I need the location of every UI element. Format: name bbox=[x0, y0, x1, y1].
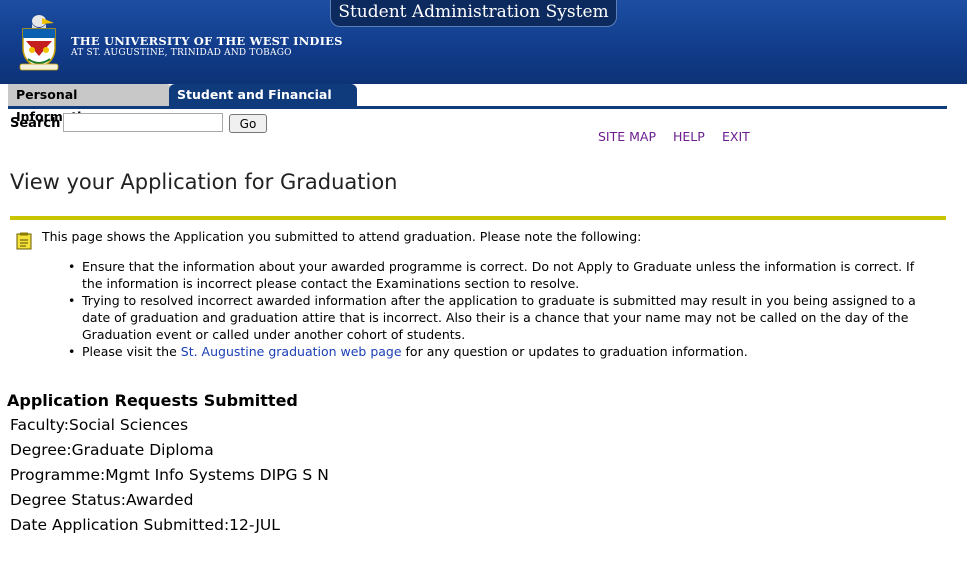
university-name: THE UNIVERSITY OF THE WEST INDIES bbox=[71, 34, 343, 48]
date-submitted-label: Date Application Submitted: bbox=[10, 516, 230, 534]
note-icon bbox=[16, 232, 32, 250]
page-title: View your Application for Graduation bbox=[10, 170, 398, 194]
faculty-label: Faculty: bbox=[10, 416, 69, 434]
faculty-row: Faculty:Social Sciences bbox=[10, 416, 188, 434]
requests-heading: Application Requests Submitted bbox=[7, 391, 298, 410]
info-bullet: Trying to resolved incorrect awarded inf… bbox=[68, 292, 938, 343]
degree-row: Degree:Graduate Diploma bbox=[10, 441, 214, 459]
info-intro: This page shows the Application you subm… bbox=[42, 229, 642, 244]
bullet-text: for any question or updates to graduatio… bbox=[401, 344, 748, 359]
site-map-link[interactable]: SITE MAP bbox=[598, 129, 656, 144]
university-location: AT ST. AUGUSTINE, TRINIDAD AND TOBAGO bbox=[71, 48, 292, 58]
info-bullet: Ensure that the information about your a… bbox=[68, 258, 938, 292]
bullet-text: Ensure that the information about your a… bbox=[82, 259, 915, 291]
degree-label: Degree: bbox=[10, 441, 72, 459]
info-bullet: Please visit the St. Augustine graduatio… bbox=[68, 343, 938, 360]
info-bullets: Ensure that the information about your a… bbox=[68, 258, 938, 360]
programme-row: Programme:Mgmt Info Systems DIPG S N bbox=[10, 466, 329, 484]
main-nav: Personal Information Student and Financi… bbox=[8, 84, 947, 124]
search-label: Search bbox=[10, 116, 61, 131]
exit-link[interactable]: EXIT bbox=[722, 129, 750, 144]
tab-personal-information[interactable]: Personal Information bbox=[8, 84, 172, 124]
date-submitted-row: Date Application Submitted:12-JUL bbox=[10, 516, 280, 534]
go-button[interactable]: Go bbox=[229, 114, 267, 133]
tab-student-and-financial-aid[interactable]: Student and Financial Aid bbox=[169, 84, 357, 124]
graduation-web-page-link[interactable]: St. Augustine graduation web page bbox=[181, 344, 402, 359]
faculty-value: Social Sciences bbox=[69, 416, 189, 434]
degree-status-label: Degree Status: bbox=[10, 491, 126, 509]
degree-value: Graduate Diploma bbox=[71, 441, 214, 459]
help-link[interactable]: HELP bbox=[673, 129, 705, 144]
search-input[interactable] bbox=[63, 113, 223, 132]
system-title: Student Administration System bbox=[338, 2, 609, 22]
degree-status-row: Degree Status:Awarded bbox=[10, 491, 193, 509]
nav-underline bbox=[8, 106, 947, 109]
programme-label: Programme: bbox=[10, 466, 106, 484]
system-title-tab: Student Administration System bbox=[330, 0, 617, 27]
date-submitted-value: 12-JUL bbox=[229, 516, 280, 534]
degree-status-value: Awarded bbox=[125, 491, 194, 509]
title-divider bbox=[10, 216, 946, 220]
programme-value: Mgmt Info Systems DIPG S N bbox=[105, 466, 329, 484]
bullet-text: Please visit the bbox=[82, 344, 181, 359]
header-banner: Student Administration System THE UNIVER… bbox=[0, 0, 967, 84]
university-crest-icon bbox=[19, 15, 59, 71]
bullet-text: Trying to resolved incorrect awarded inf… bbox=[82, 293, 916, 342]
